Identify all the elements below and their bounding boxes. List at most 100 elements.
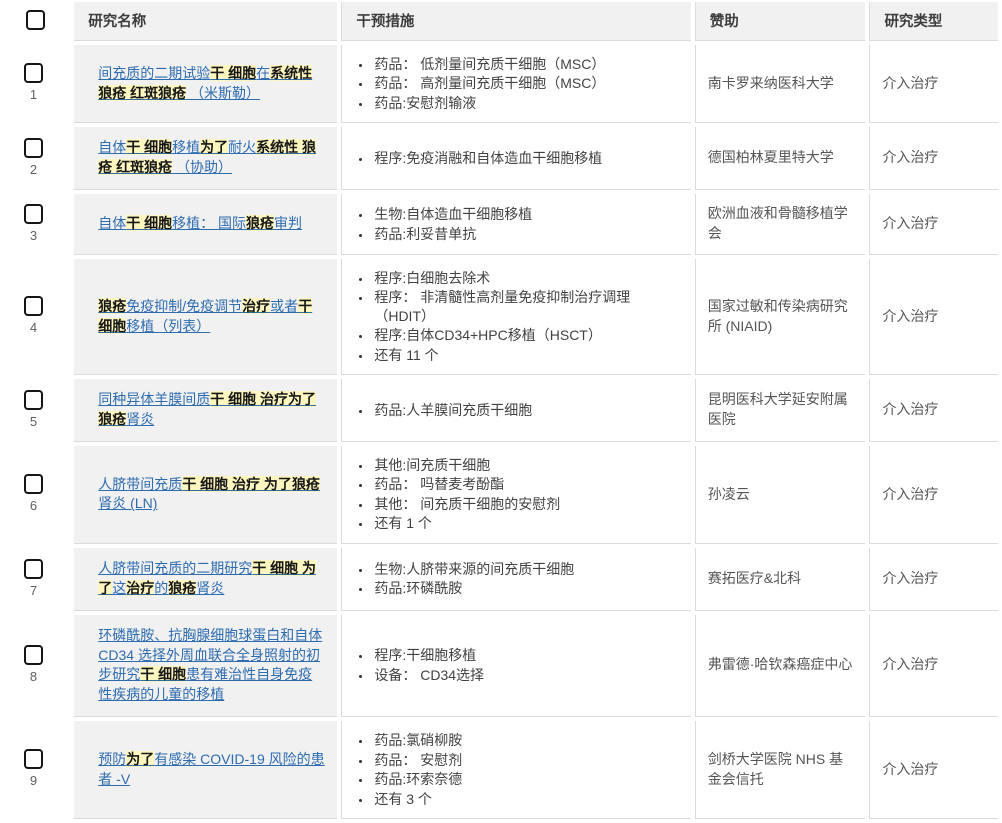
intervention-item: 还有 1 个 — [372, 514, 680, 532]
highlighted-term: 狼疮 — [98, 298, 126, 314]
highlighted-term: 为了 — [200, 139, 228, 155]
study-type-cell: 介入治疗 — [869, 259, 998, 375]
row-checkbox[interactable] — [24, 296, 43, 316]
row-checkbox[interactable] — [24, 390, 43, 410]
sponsor-cell: 南卡罗来纳医科大学 — [695, 45, 866, 123]
sponsor-cell: 弗雷德·哈钦森癌症中心 — [695, 615, 866, 718]
row-checkbox[interactable] — [24, 204, 43, 224]
study-title-link[interactable]: 人脐带间充质干 细胞 治疗 为了狼疮肾炎 (LN) — [98, 476, 320, 512]
interventions-cell: 生物:自体造血干细胞移植药品:利妥昔单抗 — [341, 194, 690, 255]
study-title-link[interactable]: 人脐带间充质的二期研究干 细胞 为了这治疗的狼疮肾炎 — [98, 560, 316, 596]
interventions-cell: 药品： 低剂量间充质干细胞（MSC）药品： 高剂量间充质干细胞（MSC）药品:安… — [341, 45, 690, 123]
study-title-cell: 狼疮免疫抑制/免疫调节治疗或者干 细胞移植（列表） — [74, 259, 337, 375]
interventions-list: 药品:氯硝柳胺药品： 安慰剂药品:环索奈德还有 3 个 — [350, 731, 680, 808]
highlighted-term: 干 细胞 治疗 — [210, 391, 288, 407]
intervention-item: 药品:环磷酰胺 — [372, 579, 680, 597]
study-title-cell: 同种异体羊膜间质干 细胞 治疗为了 狼疮肾炎 — [74, 379, 337, 442]
intervention-item: 程序:自体CD34+HPC移植（HSCT） — [372, 326, 680, 344]
row-checkbox[interactable] — [24, 559, 43, 579]
highlighted-term: 干 细胞 — [126, 139, 172, 155]
study-type-cell: 介入治疗 — [869, 194, 998, 255]
table-row: 5 同种异体羊膜间质干 细胞 治疗为了 狼疮肾炎 药品:人羊膜间充质干细胞 昆明… — [4, 379, 998, 442]
table-header-row: 研究名称 干预措施 赞助 研究类型 — [4, 2, 998, 41]
sponsor-cell: 剑桥大学医院 NHS 基金会信托 — [695, 721, 866, 819]
title-segment: （协助） — [172, 159, 232, 175]
sponsor-cell: 欧洲血液和骨髓移植学会 — [695, 194, 866, 255]
title-segment: 预防 — [98, 751, 126, 767]
intervention-item: 药品： 高剂量间充质干细胞（MSC） — [372, 74, 680, 92]
column-header-sponsor: 赞助 — [695, 2, 866, 41]
interventions-cell: 程序:免疫消融和自体造血干细胞移植 — [341, 127, 690, 190]
select-all-checkbox[interactable] — [26, 10, 45, 30]
study-title-link[interactable]: 环磷酰胺、抗胸腺细胞球蛋白和自体 CD34 选择外周血联合全身照射的初步研究干 … — [98, 627, 322, 703]
interventions-cell: 程序:白细胞去除术程序： 非清髓性高剂量免疫抑制治疗调理（HDIT）程序:自体C… — [341, 259, 690, 375]
column-header-interventions: 干预措施 — [341, 2, 690, 41]
row-select-cell: 2 — [4, 127, 70, 190]
title-segment: 在 — [256, 65, 270, 81]
intervention-item: 药品： 安慰剂 — [372, 751, 680, 769]
intervention-item: 药品： 低剂量间充质干细胞（MSC） — [372, 55, 680, 73]
select-all-cell — [4, 2, 70, 41]
study-type-cell: 介入治疗 — [869, 446, 998, 544]
interventions-cell: 程序:干细胞移植设备： CD34选择 — [341, 615, 690, 718]
title-segment: 审判 — [274, 215, 302, 231]
study-title-cell: 人脐带间充质干 细胞 治疗 为了狼疮肾炎 (LN) — [74, 446, 337, 544]
title-segment: 间充质的二期试验 — [98, 65, 210, 81]
row-select-cell: 9 — [4, 721, 70, 819]
title-segment: 这 — [112, 580, 126, 596]
study-title-cell: 环磷酰胺、抗胸腺细胞球蛋白和自体 CD34 选择外周血联合全身照射的初步研究干 … — [74, 615, 337, 718]
study-title-cell: 预防为了有感染 COVID-19 风险的患者 -V — [74, 721, 337, 819]
intervention-item: 药品： 吗替麦考酚酯 — [372, 475, 680, 493]
interventions-cell: 药品:氯硝柳胺药品： 安慰剂药品:环索奈德还有 3 个 — [341, 721, 690, 819]
title-segment: 自体 — [98, 139, 126, 155]
title-segment: 的 — [154, 580, 168, 596]
sponsor-cell: 国家过敏和传染病研究所 (NIAID) — [695, 259, 866, 375]
title-segment: 移植 — [172, 139, 200, 155]
study-type-cell: 介入治疗 — [869, 721, 998, 819]
row-checkbox[interactable] — [24, 474, 43, 494]
row-checkbox[interactable] — [24, 749, 43, 769]
title-segment: （米斯勒） — [186, 85, 260, 101]
title-segment: 自体 — [98, 215, 126, 231]
highlighted-term: 狼疮 — [246, 215, 274, 231]
study-title-link[interactable]: 同种异体羊膜间质干 细胞 治疗为了 狼疮肾炎 — [98, 391, 316, 427]
row-checkbox[interactable] — [24, 138, 43, 158]
study-type-cell: 介入治疗 — [869, 615, 998, 718]
row-number: 8 — [30, 668, 37, 686]
row-checkbox[interactable] — [24, 63, 43, 83]
intervention-item: 生物:人脐带来源的间充质干细胞 — [372, 560, 680, 578]
highlighted-term: 治疗 — [242, 298, 270, 314]
study-title-cell: 人脐带间充质的二期研究干 细胞 为了这治疗的狼疮肾炎 — [74, 548, 337, 611]
row-select-cell: 5 — [4, 379, 70, 442]
intervention-item: 还有 3 个 — [372, 790, 680, 808]
highlighted-term: 狼疮 — [168, 580, 196, 596]
row-select-cell: 8 — [4, 615, 70, 718]
study-title-cell: 间充质的二期试验干 细胞在系统性 狼疮 红斑狼疮 （米斯勒） — [74, 45, 337, 123]
row-number: 9 — [30, 772, 37, 790]
column-header-study-name: 研究名称 — [74, 2, 337, 41]
highlighted-term: 干 细胞 — [126, 215, 172, 231]
study-type-cell: 介入治疗 — [869, 45, 998, 123]
highlighted-term: 干 细胞 — [210, 65, 256, 81]
row-checkbox[interactable] — [24, 645, 43, 665]
title-segment: 同种异体羊膜间质 — [98, 391, 210, 407]
study-title-cell: 自体干 细胞移植： 国际狼疮审判 — [74, 194, 337, 255]
intervention-item: 程序:免疫消融和自体造血干细胞移植 — [372, 149, 680, 167]
intervention-item: 还有 11 个 — [372, 346, 680, 364]
study-title-link[interactable]: 狼疮免疫抑制/免疫调节治疗或者干 细胞移植（列表） — [98, 298, 312, 334]
row-select-cell: 4 — [4, 259, 70, 375]
intervention-item: 程序:干细胞移植 — [372, 646, 680, 664]
table-row: 3 自体干 细胞移植： 国际狼疮审判 生物:自体造血干细胞移植药品:利妥昔单抗 … — [4, 194, 998, 255]
study-title-link[interactable]: 预防为了有感染 COVID-19 风险的患者 -V — [98, 751, 324, 787]
row-number: 1 — [30, 86, 37, 104]
study-title-link[interactable]: 间充质的二期试验干 细胞在系统性 狼疮 红斑狼疮 （米斯勒） — [98, 65, 312, 101]
highlighted-term: 干 细胞 — [140, 666, 186, 682]
row-number: 7 — [30, 582, 37, 600]
highlighted-term: 治疗 — [126, 580, 154, 596]
study-title-link[interactable]: 自体干 细胞移植为了耐火系统性 狼疮 红斑狼疮 （协助） — [98, 139, 316, 175]
column-header-study-type: 研究类型 — [869, 2, 998, 41]
study-type-cell: 介入治疗 — [869, 127, 998, 190]
table-row: 8 环磷酰胺、抗胸腺细胞球蛋白和自体 CD34 选择外周血联合全身照射的初步研究… — [4, 615, 998, 718]
study-title-link[interactable]: 自体干 细胞移植： 国际狼疮审判 — [98, 215, 302, 231]
interventions-list: 程序:白细胞去除术程序： 非清髓性高剂量免疫抑制治疗调理（HDIT）程序:自体C… — [350, 269, 680, 364]
